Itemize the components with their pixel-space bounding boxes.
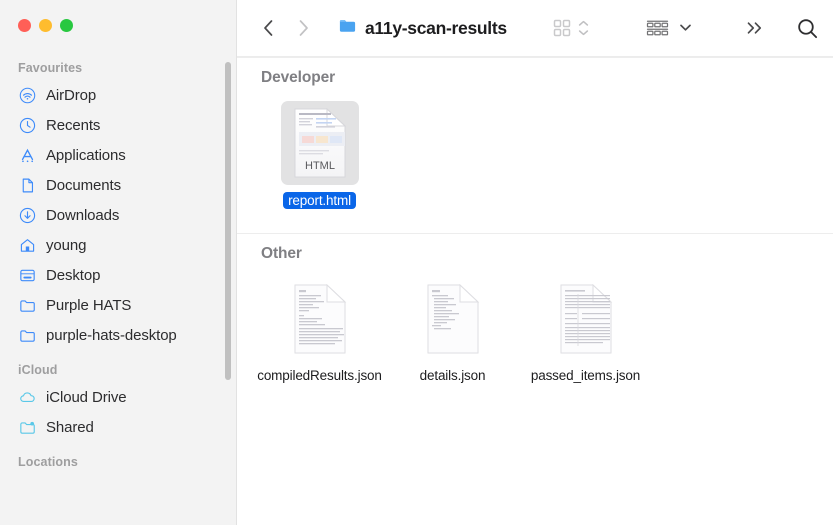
- page-title: a11y-scan-results: [365, 17, 507, 38]
- document-icon: [18, 176, 37, 195]
- sidebar-group-icloud-title: iCloud: [18, 363, 58, 377]
- group-by-control[interactable]: [645, 18, 692, 38]
- file-thumbnail[interactable]: [414, 277, 492, 361]
- shared-folder-icon: [18, 418, 37, 437]
- traffic-lights: [0, 0, 237, 32]
- html-file-icon: HTML: [294, 107, 346, 178]
- file-grid-other: compiledResults.json details.json passed…: [237, 263, 833, 383]
- downloads-icon: [18, 206, 37, 225]
- group-by-icon[interactable]: [645, 18, 670, 38]
- sidebar-item-applications[interactable]: Applications: [0, 140, 228, 170]
- file-item-compiledresults-json[interactable]: compiledResults.json: [253, 277, 386, 383]
- sidebar-item-label: young: [46, 236, 87, 254]
- sidebar-item-purple-hats-desktop[interactable]: purple-hats-desktop: [0, 320, 228, 350]
- file-grid-area: Developer HTML report.html Other compile…: [237, 57, 833, 525]
- file-label[interactable]: passed_items.json: [522, 368, 650, 383]
- airdrop-icon: [18, 86, 37, 105]
- main-area: a11y-scan-results Developer HTML report.…: [237, 0, 833, 525]
- clock-icon: [18, 116, 37, 135]
- sidebar-scroll-area: Favourites AirDrop Recents Applications …: [0, 52, 237, 525]
- view-control-group: [552, 18, 589, 38]
- sidebar-group-favourites-title: Favourites: [18, 61, 83, 75]
- file-thumbnail[interactable]: [281, 277, 359, 361]
- file-label[interactable]: report.html: [283, 192, 356, 209]
- sidebar-item-airdrop[interactable]: AirDrop: [0, 80, 228, 110]
- grid-view-icon[interactable]: [552, 18, 572, 38]
- file-item-passed-items-json[interactable]: passed_items.json: [519, 277, 652, 383]
- sidebar-item-young[interactable]: young: [0, 230, 228, 260]
- file-thumbnail[interactable]: HTML: [280, 101, 359, 185]
- sidebar-item-label: Shared: [46, 418, 94, 436]
- navigation-buttons: [259, 17, 312, 39]
- html-badge-text: HTML: [305, 160, 335, 172]
- up-down-stepper-icon[interactable]: [578, 20, 589, 36]
- file-label[interactable]: compiledResults.json: [256, 368, 384, 383]
- sidebar-item-documents[interactable]: Documents: [0, 170, 228, 200]
- sidebar-item-label: Desktop: [46, 266, 101, 284]
- sidebar-item-label: purple-hats-desktop: [46, 326, 177, 344]
- sidebar-item-shared[interactable]: Shared: [0, 412, 228, 442]
- breadcrumb[interactable]: a11y-scan-results: [338, 16, 507, 40]
- sidebar-item-desktop[interactable]: Desktop: [0, 260, 228, 290]
- sidebar: Favourites AirDrop Recents Applications …: [0, 0, 237, 525]
- sidebar-group-locations-title: Locations: [18, 455, 78, 469]
- file-label[interactable]: details.json: [389, 368, 517, 383]
- sidebar-item-label: Documents: [46, 176, 121, 194]
- json-file-icon: [294, 283, 346, 354]
- folder-icon: [18, 296, 37, 315]
- forward-button[interactable]: [294, 17, 312, 39]
- json-file-icon: [560, 283, 612, 354]
- home-icon: [18, 236, 37, 255]
- close-button[interactable]: [18, 19, 31, 32]
- sidebar-item-downloads[interactable]: Downloads: [0, 200, 228, 230]
- cloud-icon: [18, 388, 37, 407]
- minimize-button[interactable]: [39, 19, 52, 32]
- json-file-icon: [427, 283, 479, 354]
- file-thumbnail[interactable]: [547, 277, 625, 361]
- search-button[interactable]: [796, 17, 819, 40]
- sidebar-item-label: Recents: [46, 116, 101, 134]
- file-grid-developer: HTML report.html: [237, 87, 833, 209]
- file-item-details-json[interactable]: details.json: [386, 277, 519, 383]
- sidebar-item-label: Applications: [46, 146, 126, 164]
- chevron-down-icon[interactable]: [679, 19, 692, 37]
- folder-icon: [338, 16, 357, 40]
- folder-icon: [18, 326, 37, 345]
- desktop-icon: [18, 266, 37, 285]
- sidebar-item-label: AirDrop: [46, 86, 97, 104]
- toolbar: a11y-scan-results: [237, 0, 833, 57]
- sidebar-scrollbar[interactable]: [225, 62, 231, 380]
- applications-icon: [18, 146, 37, 165]
- file-item-report-html[interactable]: HTML report.html: [253, 101, 386, 209]
- back-button[interactable]: [259, 17, 277, 39]
- section-header-other: Other: [261, 245, 302, 262]
- section-header-developer: Developer: [261, 69, 336, 86]
- sidebar-item-label: Purple HATS: [46, 296, 132, 314]
- sidebar-item-icloud-drive[interactable]: iCloud Drive: [0, 382, 228, 412]
- sidebar-item-label: Downloads: [46, 206, 120, 224]
- sidebar-item-purple-hats[interactable]: Purple HATS: [0, 290, 228, 320]
- finder-window: Favourites AirDrop Recents Applications …: [0, 0, 833, 525]
- more-toolbar-items-button[interactable]: [744, 18, 766, 38]
- sidebar-item-label: iCloud Drive: [46, 388, 127, 406]
- maximize-button[interactable]: [60, 19, 73, 32]
- sidebar-item-recents[interactable]: Recents: [0, 110, 228, 140]
